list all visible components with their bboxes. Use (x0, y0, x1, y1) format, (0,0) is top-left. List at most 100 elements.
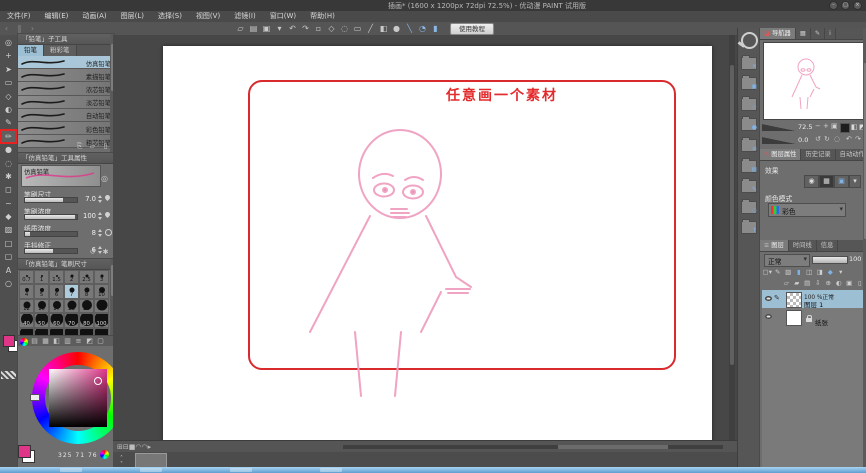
tab-timeline[interactable]: 时间线 (789, 240, 817, 251)
transfer-icon[interactable]: ⇩ (813, 278, 824, 288)
tab-auto-action[interactable]: 自动动作 (836, 149, 866, 160)
command-icon[interactable]: ◧ (377, 23, 390, 35)
stepper[interactable] (98, 229, 103, 237)
pen-pressure-icon[interactable] (103, 210, 112, 219)
brush-size-cell[interactable]: 5 (34, 284, 49, 299)
tab-layers[interactable]: ≡ 图层 (760, 240, 789, 251)
tab-pencil[interactable]: 铅笔 (18, 45, 44, 56)
brush-size-cell[interactable]: 60 (49, 313, 64, 328)
tab-layer-property[interactable]: ✎ 图层属性 (760, 149, 802, 160)
color-wheel-tab[interactable] (19, 337, 28, 346)
reset-view-icon[interactable]: ↶ (846, 135, 852, 143)
window-button[interactable]: × (853, 1, 862, 10)
brush-size-cell[interactable]: 2 (64, 270, 79, 285)
command-icon-blue[interactable]: ▮ (429, 23, 442, 35)
effect-more-icon[interactable]: ▾ (849, 175, 861, 188)
rotate-slider[interactable] (762, 137, 796, 144)
apply-icon[interactable]: ▣ (844, 278, 855, 288)
stepper[interactable] (98, 212, 103, 220)
material-search-icon[interactable] (740, 32, 758, 49)
command-icon[interactable]: ▭ (351, 23, 364, 35)
pen-pressure-icon[interactable] (103, 193, 112, 202)
tool-icon[interactable]: A (2, 265, 15, 276)
command-icon[interactable]: ╱ (364, 23, 377, 35)
brush-size-cell[interactable]: 20 (64, 298, 79, 314)
tab-pastel[interactable]: 粉彩笔 (44, 45, 77, 56)
command-icon[interactable]: ● (390, 23, 403, 35)
command-icon-blue[interactable]: ◔ (416, 23, 429, 35)
reset-all-icon[interactable]: ↷ (855, 135, 861, 143)
lock-transparent-icon[interactable]: ▨ (783, 267, 794, 277)
canvas-page[interactable]: 任意画一个素材 (163, 46, 712, 452)
tool-icon[interactable]: ▭ (2, 77, 15, 88)
menu-item[interactable]: 滤镜(I) (227, 11, 263, 22)
copy-subtool-icon[interactable]: ⎘ (73, 140, 86, 152)
zoom-out-icon[interactable]: − (815, 122, 821, 130)
command-icon[interactable]: ↷ (299, 23, 312, 35)
more-icon[interactable]: ▾ (836, 267, 847, 277)
source-icon[interactable] (105, 229, 112, 236)
material-folder-icon[interactable]: ▣ (741, 75, 757, 91)
menu-item[interactable]: 窗口(W) (263, 11, 303, 22)
tone-effect-icon[interactable]: ▦ (819, 175, 834, 188)
brush-list-item[interactable]: 淡芯铅笔 (18, 95, 114, 109)
window-button[interactable]: – (829, 1, 838, 10)
settings-icon[interactable]: ✱ (99, 246, 112, 258)
brush-size-cell[interactable]: 40 (19, 313, 34, 328)
brush-list-item[interactable]: 彩色铅笔 (18, 121, 114, 136)
layer-thumbnail[interactable] (786, 310, 802, 326)
menu-item[interactable]: 帮助(H) (303, 11, 342, 22)
brush-size-cell[interactable]: 8 (79, 284, 94, 299)
menu-item[interactable]: 选择(S) (151, 11, 189, 22)
tool-icon[interactable]: ✱ (2, 171, 15, 182)
tool-icon[interactable]: ◻ (2, 184, 15, 195)
menu-item[interactable]: 图层(L) (114, 11, 151, 22)
material-folder-icon[interactable]: ▤ (741, 157, 757, 173)
brush-size-cell[interactable]: 7 (64, 284, 79, 299)
fit-window-icon[interactable]: ▣ (831, 122, 838, 130)
tool-icon[interactable]: ~ (2, 198, 15, 209)
brush-size-cell[interactable]: 1 (34, 270, 49, 285)
tool-icon[interactable]: ◎ (2, 37, 15, 48)
lock-icon[interactable]: ▢▾ (762, 267, 773, 277)
brush-size-cell[interactable]: 0.7 (19, 270, 34, 285)
zoom-in-icon[interactable]: + (823, 122, 829, 130)
tool-icon[interactable]: ▢ (2, 251, 15, 262)
brush-list-item[interactable]: 素描铅笔 (18, 69, 114, 83)
brush-list-item[interactable]: 浓芯铅笔 (18, 82, 114, 96)
tone-pattern-icon[interactable] (1, 371, 16, 379)
command-icon[interactable]: ▱ (234, 23, 247, 35)
mask-icon[interactable]: ▮ (794, 267, 805, 277)
merge-icon[interactable]: ⊕ (823, 278, 834, 288)
set-icon[interactable]: ◨ (815, 267, 826, 277)
tool-icon[interactable]: □ (2, 238, 15, 249)
material-folder-icon[interactable]: ✎ (741, 178, 757, 194)
rotate-right-icon[interactable]: ↻ (824, 135, 830, 143)
reset-rotate-icon[interactable]: ◌ (834, 135, 840, 143)
palette-icon[interactable]: ◆ (825, 267, 836, 277)
material-folder-icon[interactable]: ✕ (741, 54, 757, 70)
layer-row[interactable]: 纸张 (762, 308, 863, 327)
command-icon[interactable]: ↶ (286, 23, 299, 35)
document-tab-thumbnail[interactable] (135, 453, 167, 468)
tool-icon[interactable]: ◇ (2, 91, 15, 102)
command-icon[interactable]: ◇ (325, 23, 338, 35)
tool-icon[interactable]: ✎ (2, 117, 15, 128)
brush-size-cell[interactable]: 100 (94, 313, 109, 328)
visibility-eye-icon[interactable] (765, 314, 772, 319)
navigator-thumbnail[interactable] (763, 42, 864, 120)
windows-taskbar[interactable] (0, 467, 866, 473)
pin-icon[interactable]: ✎ (773, 267, 784, 277)
command-icon[interactable]: ▤ (247, 23, 260, 35)
property-brush-size[interactable]: 笔刷尺寸 7.0 (18, 189, 114, 206)
nav-back-icon[interactable]: ‹ (0, 23, 13, 35)
brush-size-cell[interactable]: 70 (64, 313, 79, 328)
brush-size-cell[interactable]: 1.5 (49, 270, 64, 285)
new-folder-icon[interactable]: ▤ (802, 278, 813, 288)
sv-selector[interactable] (94, 377, 102, 385)
blend-mode-dropdown[interactable]: 正常 ▾ (764, 254, 810, 267)
opacity-slider[interactable] (812, 256, 848, 264)
command-icon[interactable]: ▾ (273, 23, 286, 35)
tool-icon[interactable]: ◐ (2, 104, 15, 115)
foreground-color-swatch[interactable] (18, 445, 31, 458)
